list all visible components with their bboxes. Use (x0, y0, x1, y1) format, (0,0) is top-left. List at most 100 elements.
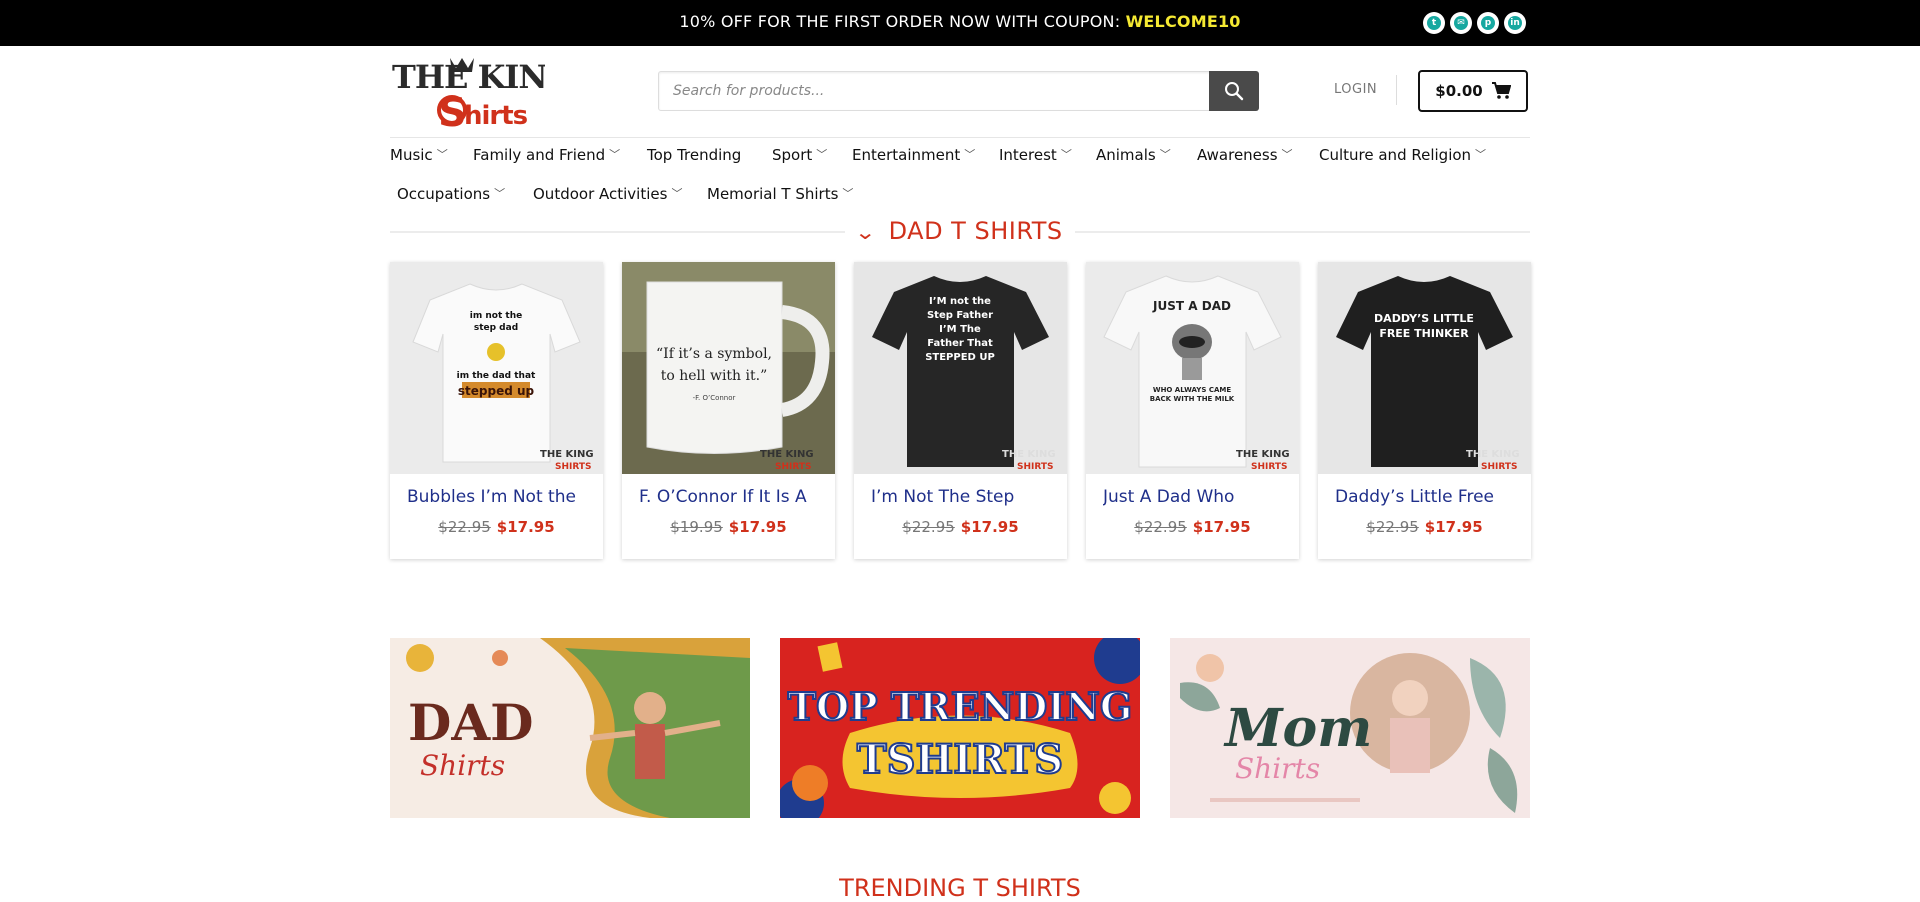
svg-text:JUST A DAD: JUST A DAD (1152, 299, 1231, 313)
svg-text:“If it’s a symbol,: “If it’s a symbol, (656, 346, 772, 362)
product-name[interactable]: F. O’Connor If It Is A (639, 487, 827, 507)
svg-text:THE KING: THE KING (1466, 449, 1520, 460)
svg-text:WHO ALWAYS CAME: WHO ALWAYS CAME (1153, 386, 1232, 394)
chevron-down-icon: ⌄ (854, 220, 878, 244)
search-input[interactable] (659, 72, 1209, 110)
product-price: $22.95 $17.95 (854, 518, 1067, 536)
product-name[interactable]: I’m Not The Step (871, 487, 1059, 507)
coupon-code: WELCOME10 (1125, 12, 1241, 31)
svg-text:stepped up: stepped up (458, 384, 535, 398)
product-sale-price: $17.95 (960, 518, 1019, 536)
product-sale-price: $17.95 (728, 518, 787, 536)
svg-text:DADDY’S LITTLE: DADDY’S LITTLE (1374, 312, 1474, 325)
svg-text:Mom: Mom (1223, 698, 1372, 759)
banner-top-trending[interactable]: TOP TRENDING TSHIRTS (780, 638, 1140, 818)
cart-button[interactable]: $0.00 (1418, 70, 1528, 112)
nav-item-top-trending[interactable]: Top Trending (647, 146, 741, 164)
product-name[interactable]: Daddy’s Little Free (1335, 487, 1523, 507)
nav-item-outdoor-activities[interactable]: Outdoor Activities ﹀ (533, 185, 682, 203)
svg-text:I’M not the: I’M not the (929, 296, 991, 307)
twitter-icon: t (1427, 16, 1441, 30)
promo-message: 10% OFF FOR THE FIRST ORDER NOW WITH COU… (0, 12, 1920, 31)
product-name[interactable]: Just A Dad Who (1103, 487, 1291, 507)
site-logo[interactable]: THE KING S hirts (390, 52, 574, 136)
product-image[interactable]: JUST A DAD WHO ALWAYS CAME BACK WITH THE… (1086, 262, 1299, 474)
nav-item-music[interactable]: Music ﹀ (390, 146, 448, 164)
svg-text:S: S (438, 90, 467, 130)
nav-item-interest[interactable]: Interest ﹀ (999, 146, 1072, 164)
linkedin-icon: in (1508, 16, 1522, 30)
chevron-down-icon: ﹀ (609, 148, 621, 161)
login-link[interactable]: LOGIN (1334, 82, 1377, 97)
twitter-link[interactable]: t (1423, 12, 1445, 34)
product-image[interactable]: im not the step dad im the dad that step… (390, 262, 603, 474)
product-price: $22.95 $17.95 (1086, 518, 1299, 536)
svg-text:DAD: DAD (408, 693, 534, 752)
svg-text:I’M The: I’M The (939, 324, 981, 335)
social-links: t ✉ p in (1423, 12, 1526, 34)
product-image[interactable]: “If it’s a symbol, to hell with it.” -F.… (622, 262, 835, 474)
svg-text:STEPPED UP: STEPPED UP (925, 352, 995, 363)
svg-text:TSHIRTS: TSHIRTS (857, 736, 1063, 783)
svg-text:THE KING: THE KING (540, 449, 594, 460)
product-card[interactable]: DADDY’S LITTLE FREE THINKER THE KING SHI… (1318, 262, 1531, 559)
chevron-down-icon: ﹀ (1281, 148, 1293, 161)
promo-bar: 10% OFF FOR THE FIRST ORDER NOW WITH COU… (0, 0, 1920, 46)
nav-item-entertainment[interactable]: Entertainment ﹀ (852, 146, 975, 164)
svg-text:SHIRTS: SHIRTS (1017, 462, 1054, 472)
search-icon (1225, 82, 1244, 101)
cart-icon (1491, 82, 1511, 99)
product-name[interactable]: Bubbles I’m Not the (407, 487, 595, 507)
header-divider (1396, 75, 1397, 105)
svg-text:SHIRTS: SHIRTS (1481, 462, 1518, 472)
product-card[interactable]: I’M not the Step Father I’M The Father T… (854, 262, 1067, 559)
product-image[interactable]: DADDY’S LITTLE FREE THINKER THE KING SHI… (1318, 262, 1531, 474)
nav-item-family-and-friend[interactable]: Family and Friend ﹀ (473, 146, 620, 164)
nav-item-animals[interactable]: Animals ﹀ (1096, 146, 1171, 164)
svg-text:Shirts: Shirts (420, 749, 505, 782)
section-title-text[interactable]: DAD T SHIRTS (889, 217, 1063, 245)
chevron-down-icon: ﹀ (494, 187, 506, 200)
product-card[interactable]: im not the step dad im the dad that step… (390, 262, 603, 559)
svg-text:THE KING: THE KING (760, 449, 814, 460)
linkedin-link[interactable]: in (1504, 12, 1526, 34)
nav-item-occupations[interactable]: Occupations ﹀ (397, 185, 505, 203)
svg-text:Shirts: Shirts (1235, 752, 1320, 785)
product-old-price: $22.95 (438, 518, 491, 536)
nav-item-sport[interactable]: Sport ﹀ (772, 146, 827, 164)
email-link[interactable]: ✉ (1450, 12, 1472, 34)
svg-text:im not the: im not the (470, 311, 522, 321)
search-button[interactable] (1209, 71, 1259, 111)
svg-text:Father That: Father That (927, 338, 993, 349)
chevron-down-icon: ﹀ (1475, 148, 1487, 161)
svg-text:SHIRTS: SHIRTS (775, 462, 812, 472)
svg-text:to hell with it.”: to hell with it.” (661, 368, 767, 384)
chevron-down-icon: ﹀ (964, 148, 976, 161)
section-title-trending[interactable]: TRENDING T SHIRTS (0, 874, 1920, 902)
chevron-down-icon: ﹀ (816, 148, 828, 161)
nav-item-culture-and-religion[interactable]: Culture and Religion ﹀ (1319, 146, 1486, 164)
svg-text:Step Father: Step Father (927, 310, 993, 321)
svg-text:TOP TRENDING: TOP TRENDING (788, 684, 1133, 729)
search-box (658, 71, 1259, 111)
product-image[interactable]: I’M not the Step Father I’M The Father T… (854, 262, 1067, 474)
banner-mom-shirts[interactable]: Mom Shirts (1170, 638, 1530, 818)
nav-item-awareness[interactable]: Awareness ﹀ (1197, 146, 1293, 164)
svg-text:im the dad that: im the dad that (457, 371, 536, 381)
pinterest-icon: p (1481, 16, 1495, 30)
promo-text: 10% OFF FOR THE FIRST ORDER NOW WITH COU… (679, 12, 1126, 31)
svg-text:THE KING: THE KING (1002, 449, 1056, 460)
product-sale-price: $17.95 (496, 518, 555, 536)
nav-item-memorial-t-shirts[interactable]: Memorial T Shirts ﹀ (707, 185, 853, 203)
product-old-price: $22.95 (902, 518, 955, 536)
product-price: $22.95 $17.95 (1318, 518, 1531, 536)
product-card[interactable]: JUST A DAD WHO ALWAYS CAME BACK WITH THE… (1086, 262, 1299, 559)
pinterest-link[interactable]: p (1477, 12, 1499, 34)
banner-dad-shirts[interactable]: DAD Shirts (390, 638, 750, 818)
product-sale-price: $17.95 (1192, 518, 1251, 536)
email-icon: ✉ (1454, 16, 1468, 30)
section-title: ⌄ DAD T SHIRTS (0, 217, 1920, 245)
svg-text:THE KING: THE KING (392, 58, 545, 96)
svg-text:-F. O’Connor: -F. O’Connor (693, 394, 736, 402)
product-card[interactable]: “If it’s a symbol, to hell with it.” -F.… (622, 262, 835, 559)
